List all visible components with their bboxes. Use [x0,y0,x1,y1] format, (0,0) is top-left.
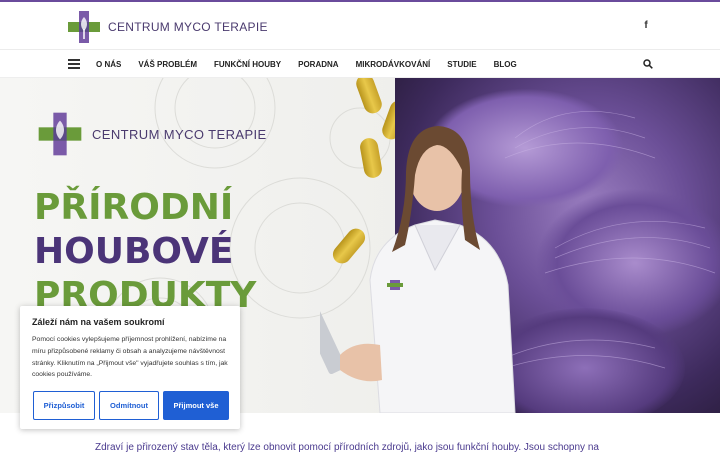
nav-item-poradna[interactable]: PORADNA [298,60,338,69]
hero-logo: CENTRUM MYCO TERAPIE [36,110,267,158]
accept-all-button[interactable]: Přijmout vše [163,391,229,420]
nav-items: O NÁS VÁŠ PROBLÉM FUNKČNÍ HOUBY PORADNA … [96,50,534,78]
brand-name: CENTRUM MYCO TERAPIE [108,20,268,34]
intro-paragraph: Zdraví je přirozený stav těla, který lze… [95,442,599,453]
hero-brand-name: CENTRUM MYCO TERAPIE [92,126,267,142]
cookie-title: Záleží nám na vašem soukromí [32,317,165,327]
nav-item-funkcni-houby[interactable]: FUNKČNÍ HOUBY [214,60,281,69]
nav-item-studie[interactable]: STUDIE [447,60,476,69]
nav-item-blog[interactable]: BLOG [494,60,517,69]
nav-item-mikrodavkovani[interactable]: MIKRODÁVKOVÁNÍ [356,60,431,69]
search-icon[interactable] [643,59,653,69]
cookie-consent-dialog: Záleží nám na vašem soukromí Pomocí cook… [20,306,240,429]
reject-button[interactable]: Odmítnout [99,391,159,420]
nav-item-o-nas[interactable]: O NÁS [96,60,121,69]
nav-item-vas-problem[interactable]: VÁŠ PROBLÉM [138,60,197,69]
facebook-icon[interactable]: f [640,18,652,34]
cookie-text: Pomocí cookies vylepšujeme příjemnost pr… [32,336,228,379]
hero-title: PŘÍRODNÍ HOUBOVÉ PRODUKTY [34,186,256,318]
site-header: CENTRUM MYCO TERAPIE f [0,2,720,50]
site-logo[interactable]: CENTRUM MYCO TERAPIE [66,9,268,45]
hamburger-menu-icon[interactable] [68,59,80,69]
logo-cross-icon [38,112,82,156]
logo-cross-icon [68,11,100,43]
cookie-buttons: Přizpůsobit Odmítnout Přijmout vše [33,391,229,420]
hero-title-line-1: PŘÍRODNÍ [34,187,234,228]
hero-title-line-2: HOUBOVÉ [34,231,234,272]
customize-button[interactable]: Přizpůsobit [33,391,95,420]
main-navigation: O NÁS VÁŠ PROBLÉM FUNKČNÍ HOUBY PORADNA … [0,50,720,78]
therapist-photo [320,126,516,413]
